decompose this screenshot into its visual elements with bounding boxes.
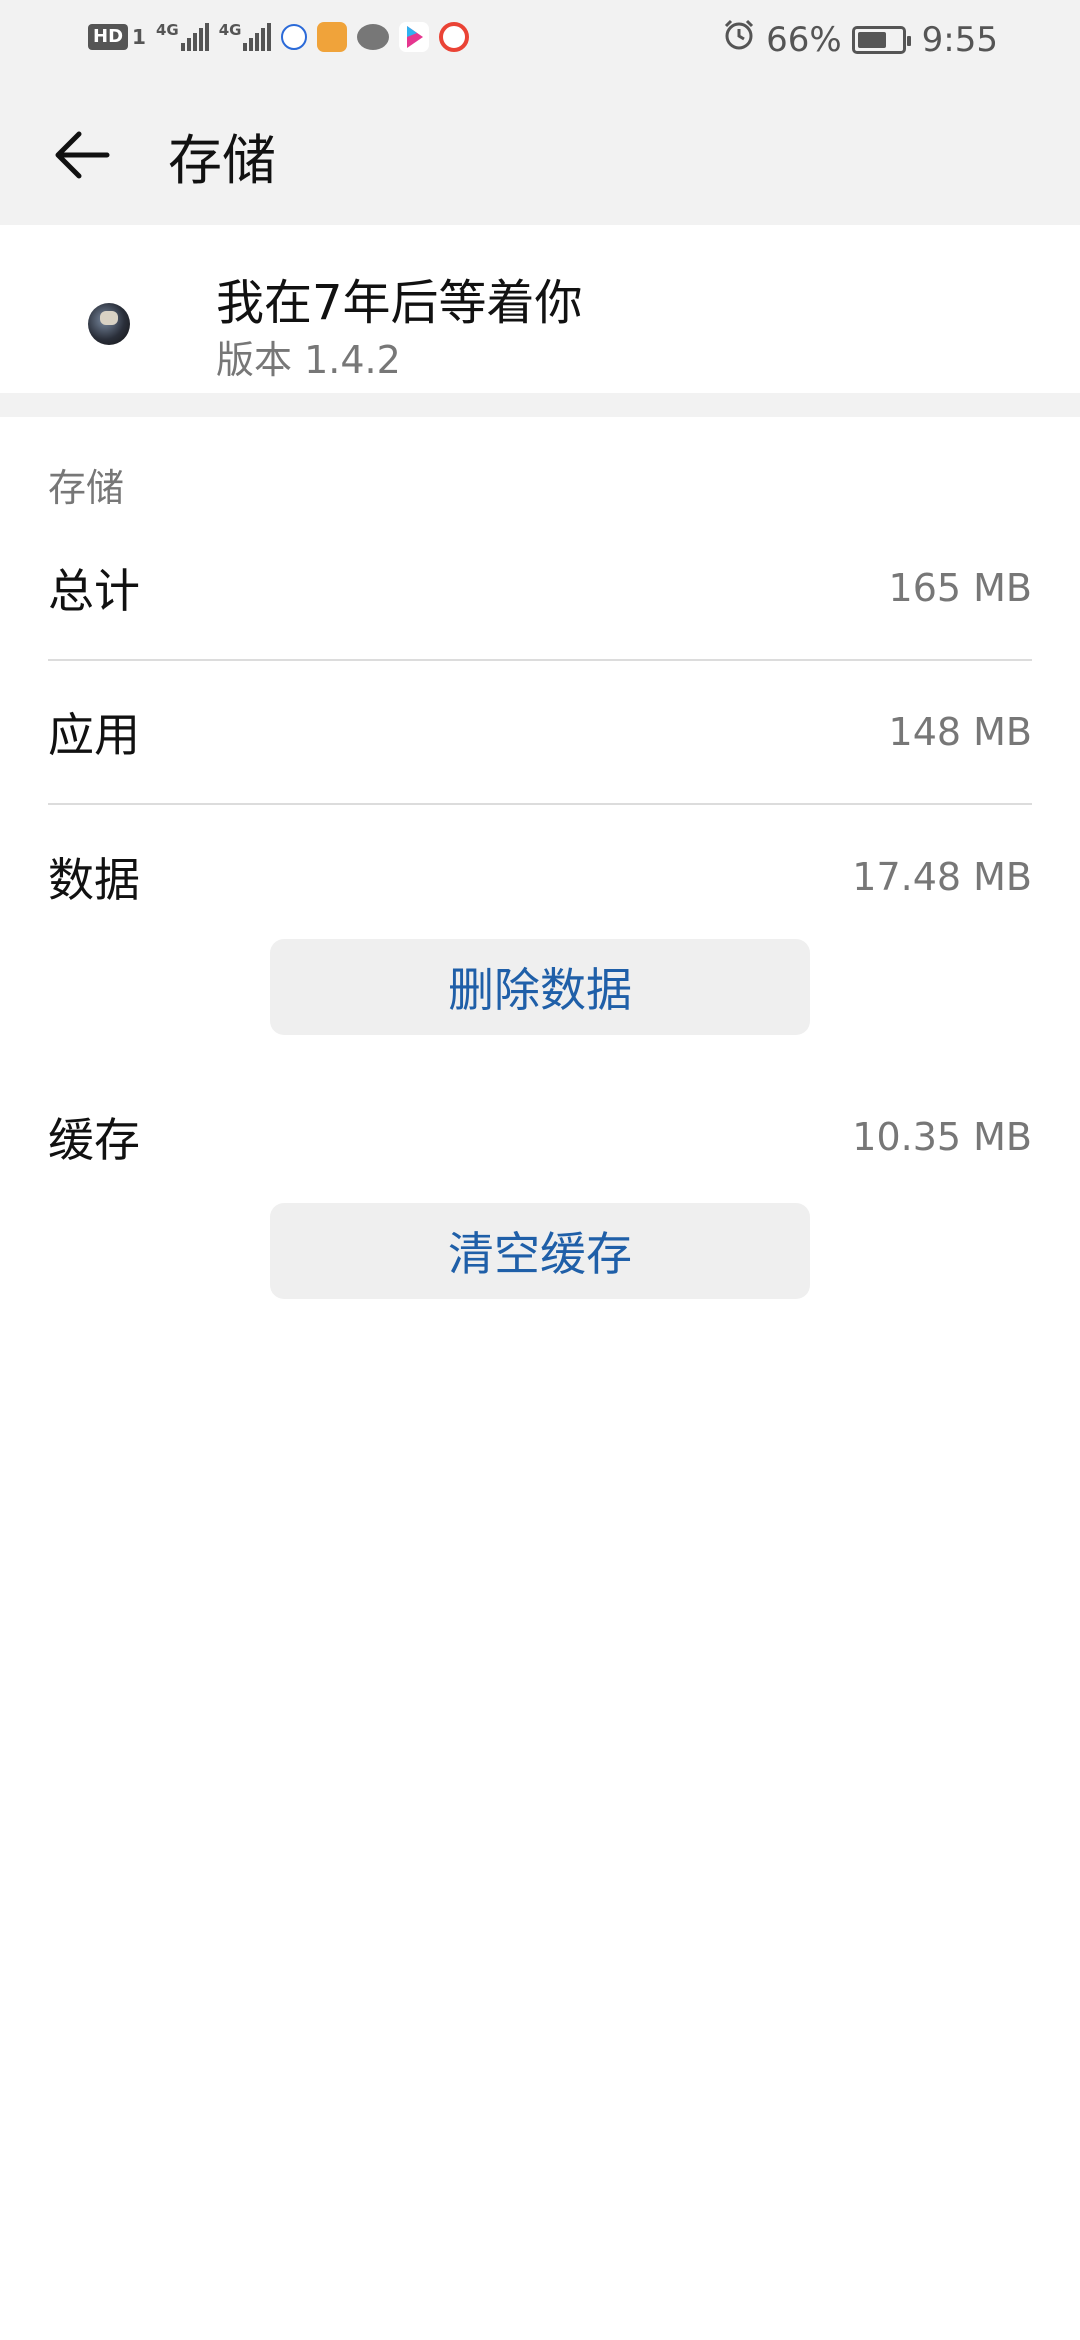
wechat-icon bbox=[357, 24, 390, 50]
total-value: 165 MB bbox=[888, 566, 1032, 610]
network-type: 4G bbox=[155, 21, 179, 39]
folder-icon bbox=[317, 22, 348, 52]
delete-data-wrap: 删除数据 bbox=[48, 939, 1032, 1035]
app-value: 148 MB bbox=[888, 710, 1032, 754]
status-left: HD 1 4G 4G bbox=[88, 22, 470, 52]
cache-value: 10.35 MB bbox=[852, 1115, 1032, 1159]
status-right: 66% 9:55 bbox=[722, 18, 998, 61]
alarm-icon bbox=[722, 18, 756, 61]
hd-badge: HD bbox=[88, 24, 129, 50]
arrow-left-icon bbox=[55, 131, 110, 179]
baidu-icon bbox=[281, 24, 308, 50]
battery-percent: 66% bbox=[766, 19, 842, 60]
signal-icon: 4G bbox=[156, 23, 209, 51]
clock: 9:55 bbox=[921, 19, 998, 60]
title-bar: 存储 bbox=[0, 110, 1080, 200]
total-row: 总计 165 MB bbox=[48, 517, 1032, 661]
delete-data-button[interactable]: 删除数据 bbox=[270, 939, 810, 1035]
clear-cache-wrap: 清空缓存 bbox=[48, 1203, 1032, 1299]
cache-label: 缓存 bbox=[48, 1113, 140, 1167]
app-row: 应用 148 MB bbox=[48, 661, 1032, 805]
clear-cache-button[interactable]: 清空缓存 bbox=[270, 1203, 810, 1299]
back-button[interactable] bbox=[22, 110, 142, 200]
battery-fill bbox=[857, 31, 886, 48]
network-type-2: 4G bbox=[218, 21, 242, 39]
sim-number: 1 bbox=[132, 25, 146, 49]
storage-section: 存储 总计 165 MB 应用 148 MB 数据 17.48 MB 删除数据 … bbox=[0, 457, 1080, 1299]
browser-icon bbox=[439, 22, 470, 52]
total-label: 总计 bbox=[48, 564, 140, 618]
youku-icon bbox=[399, 22, 430, 52]
app-name: 我在7年后等着你 bbox=[216, 275, 583, 331]
data-label: 数据 bbox=[48, 853, 140, 907]
section-label: 存储 bbox=[48, 466, 125, 510]
app-info-card: 我在7年后等着你 版本 1.4.2 bbox=[0, 225, 1080, 417]
page-title: 存储 bbox=[168, 128, 276, 192]
status-bar: HD 1 4G 4G 66% 9:55 bbox=[0, 0, 1080, 80]
signal-icon-2: 4G bbox=[219, 23, 272, 51]
app-icon bbox=[88, 303, 130, 345]
top-area: HD 1 4G 4G 66% 9:55 存储 bbox=[0, 0, 1080, 225]
app-version: 版本 1.4.2 bbox=[216, 338, 401, 382]
data-row: 数据 17.48 MB bbox=[48, 805, 1032, 949]
app-label: 应用 bbox=[48, 708, 140, 762]
data-value: 17.48 MB bbox=[852, 855, 1032, 899]
battery-icon bbox=[851, 25, 911, 54]
cache-row: 缓存 10.35 MB bbox=[48, 1065, 1032, 1209]
